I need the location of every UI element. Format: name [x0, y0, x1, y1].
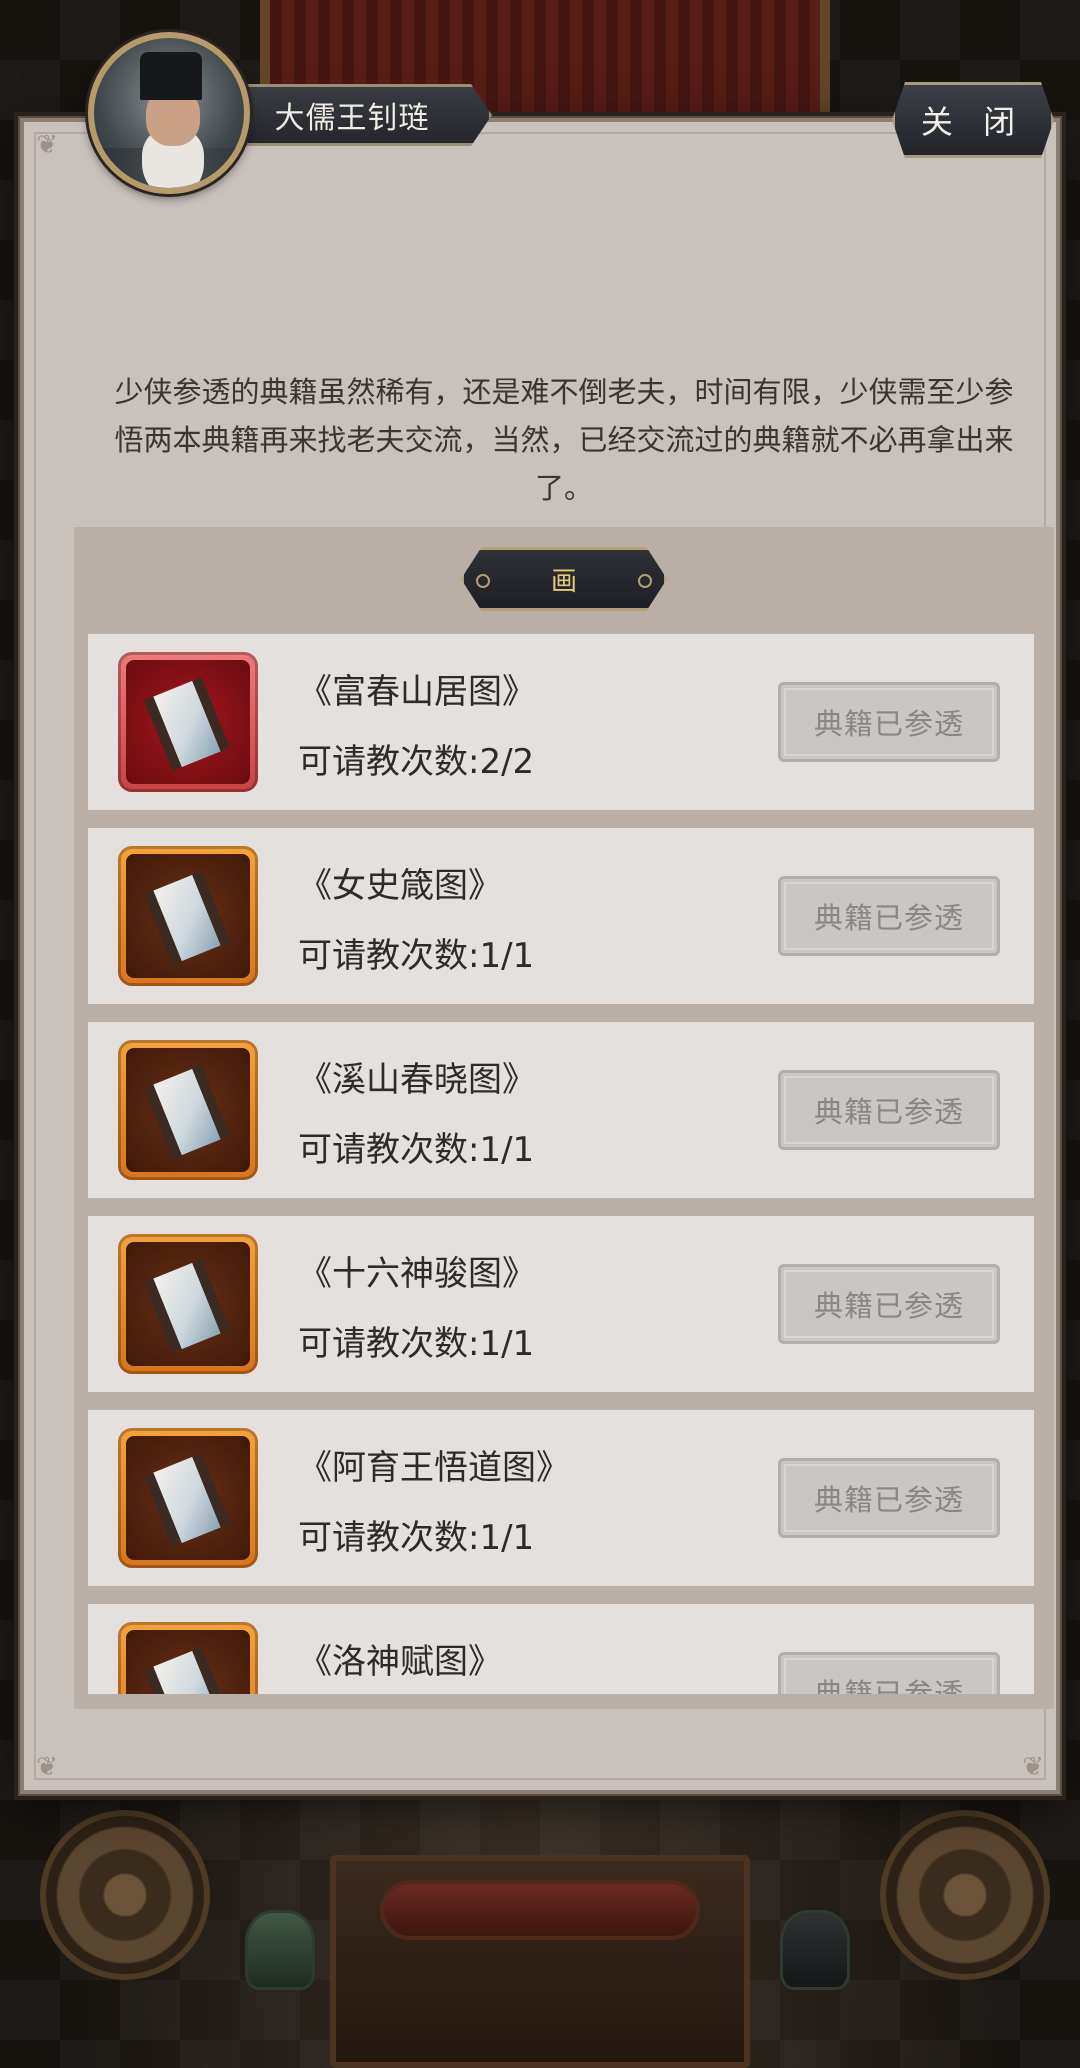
painting-scroll-icon [126, 1242, 250, 1366]
book-row: 《女史箴图》 可请教次数:1/1 典籍已参透 [88, 828, 1034, 1004]
npc-name-plate: 大儒王钊琏 [230, 84, 492, 146]
consult-count: 可请教次数:1/1 [298, 1518, 535, 1558]
book-icon-frame[interactable] [118, 1622, 258, 1694]
consult-count: 可请教次数:2/2 [298, 742, 535, 782]
book-icon-frame[interactable] [118, 846, 258, 986]
book-row: 《富春山居图》 可请教次数:2/2 典籍已参透 [88, 634, 1034, 810]
category-tab: 画 [461, 547, 667, 611]
book-row: 《洛神赋图》 典籍已参透 [88, 1604, 1034, 1694]
decor-wheel-left [40, 1810, 210, 1980]
consult-count: 可请教次数:1/1 [298, 1324, 535, 1364]
npc-name: 大儒王钊琏 [274, 101, 430, 136]
book-status-button[interactable]: 典籍已参透 [778, 876, 1000, 956]
book-row: 《阿育王悟道图》 可请教次数:1/1 典籍已参透 [88, 1410, 1034, 1586]
ornament-dot-icon [476, 574, 490, 588]
book-status-button[interactable]: 典籍已参透 [778, 1458, 1000, 1538]
corner-ornament-icon: ❦ [36, 1752, 58, 1782]
book-row: 《溪山春晓图》 可请教次数:1/1 典籍已参透 [88, 1022, 1034, 1198]
book-title: 《阿育王悟道图》 [298, 1448, 570, 1488]
consult-count: 可请教次数:1/1 [298, 936, 535, 976]
book-title: 《洛神赋图》 [298, 1642, 502, 1682]
painting-scroll-icon [126, 1630, 250, 1694]
book-list-area: 画 《富春山居图》 可请教次数:2/2 典籍已参透 《女史箴图》 可请教次数:1… [74, 527, 1054, 1709]
book-row: 《十六神骏图》 可请教次数:1/1 典籍已参透 [88, 1216, 1034, 1392]
painting-scroll-icon [126, 854, 250, 978]
consult-count: 可请教次数:1/1 [298, 1130, 535, 1170]
corner-ornament-icon: ❦ [1022, 1752, 1044, 1782]
decor-brush-pot [780, 1910, 850, 1990]
book-status-button[interactable]: 典籍已参透 [778, 1264, 1000, 1344]
painting-scroll-icon [126, 1048, 250, 1172]
dialog-panel: ❦ ❦ ❦ ❦ 少侠参透的典籍虽然稀有，还是难不倒老夫，时间有限，少侠需至少参悟… [18, 116, 1062, 1796]
book-icon-frame[interactable] [118, 652, 258, 792]
book-title: 《富春山居图》 [298, 672, 536, 712]
corner-ornament-icon: ❦ [36, 130, 58, 160]
category-label: 画 [550, 566, 577, 597]
decor-vase [245, 1910, 315, 1990]
book-title: 《女史箴图》 [298, 866, 502, 906]
book-icon-frame[interactable] [118, 1234, 258, 1374]
ornament-dot-icon [638, 574, 652, 588]
painting-scroll-icon [126, 660, 250, 784]
painting-scroll-icon [126, 1436, 250, 1560]
decor-wheel-right [880, 1810, 1050, 1980]
book-list[interactable]: 《富春山居图》 可请教次数:2/2 典籍已参透 《女史箴图》 可请教次数:1/1… [88, 634, 1034, 1694]
book-title: 《溪山春晓图》 [298, 1060, 536, 1100]
decor-desk-scroll [380, 1880, 700, 1940]
book-status-button[interactable]: 典籍已参透 [778, 1070, 1000, 1150]
book-icon-frame[interactable] [118, 1428, 258, 1568]
book-status-button[interactable]: 典籍已参透 [778, 1652, 1000, 1694]
book-status-button[interactable]: 典籍已参透 [778, 682, 1000, 762]
book-icon-frame[interactable] [118, 1040, 258, 1180]
npc-avatar [88, 32, 250, 194]
book-title: 《十六神骏图》 [298, 1254, 536, 1294]
close-button[interactable]: 关 闭 [892, 82, 1054, 158]
intro-text: 少侠参透的典籍虽然稀有，还是难不倒老夫，时间有限，少侠需至少参悟两本典籍再来找老… [114, 375, 1014, 505]
